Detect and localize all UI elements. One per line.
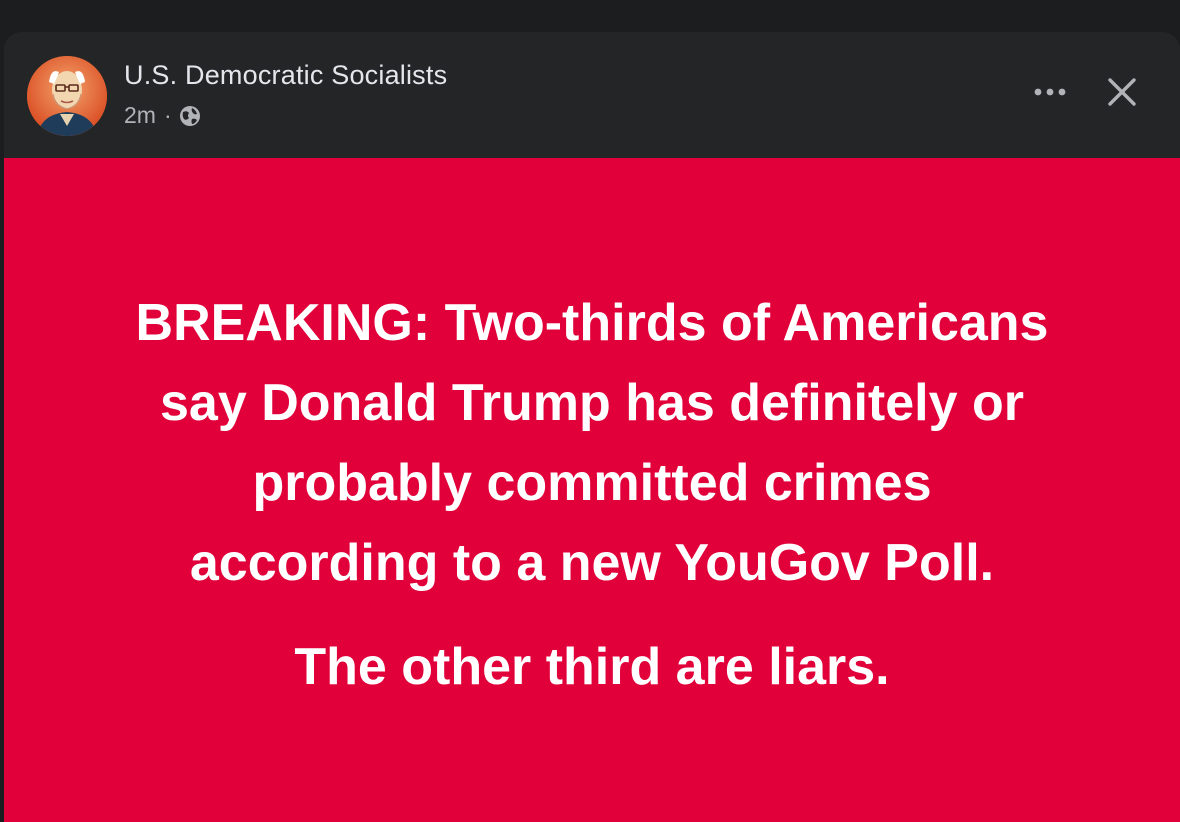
headline-line: probably committed crimes	[252, 454, 932, 512]
headline-line: BREAKING: Two-thirds of Americans	[135, 294, 1049, 352]
post-time[interactable]: 2m	[124, 102, 156, 129]
portrait-avatar-icon	[27, 56, 107, 136]
post-headline: BREAKING: Two-thirds of Americans say Do…	[4, 283, 1180, 603]
viewer-backdrop: U.S. Democratic Socialists 2m · BREAKING…	[0, 0, 1180, 822]
post-card: U.S. Democratic Socialists 2m · BREAKING…	[4, 32, 1180, 822]
close-button[interactable]	[1100, 70, 1144, 114]
post-tagline: The other third are liars.	[294, 638, 890, 696]
post-header: U.S. Democratic Socialists 2m ·	[4, 32, 1180, 158]
more-horizontal-icon	[1034, 88, 1066, 96]
author-name[interactable]: U.S. Democratic Socialists	[124, 60, 447, 91]
headline-line: say Donald Trump has definitely or	[160, 374, 1024, 432]
meta-separator: ·	[163, 102, 172, 128]
close-icon	[1108, 78, 1136, 106]
headline-line: according to a new YouGov Poll.	[189, 534, 995, 592]
post-text-background: BREAKING: Two-thirds of Americans say Do…	[4, 158, 1180, 822]
globe-icon[interactable]	[178, 104, 202, 128]
more-options-button[interactable]	[1028, 74, 1072, 110]
post-meta: 2m ·	[124, 102, 202, 129]
author-avatar[interactable]	[27, 56, 107, 136]
